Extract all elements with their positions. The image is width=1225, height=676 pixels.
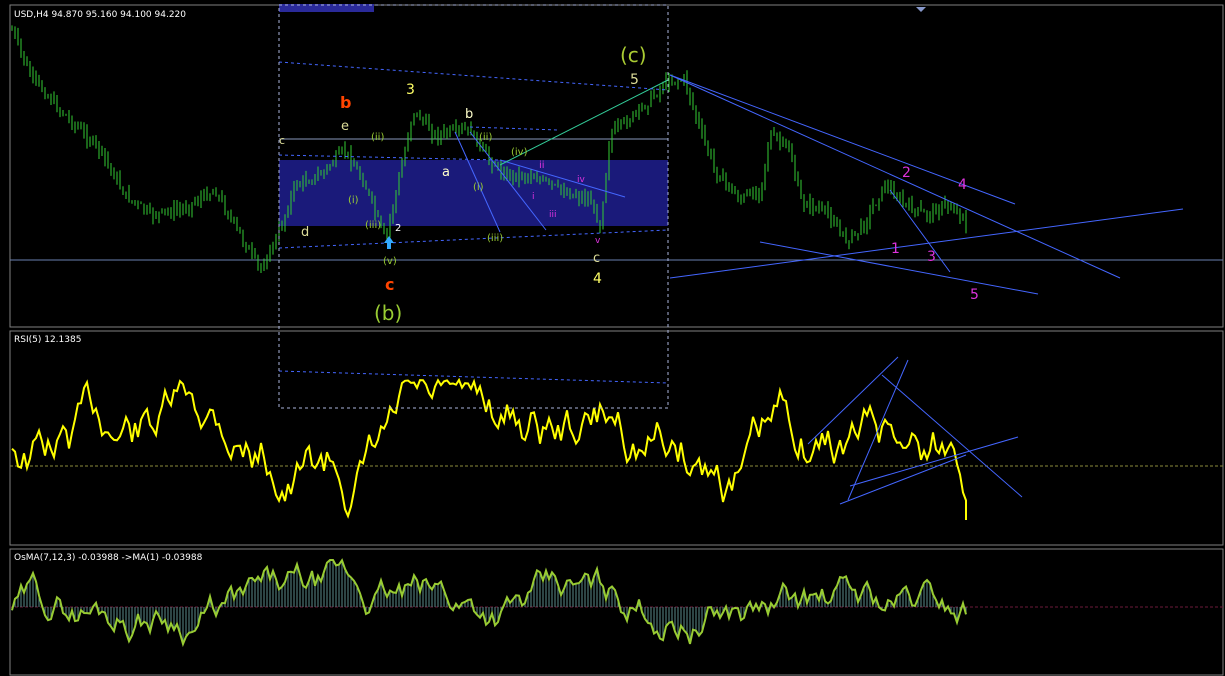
wave-label: (iii) [365, 220, 381, 231]
wave-label: 3 [406, 82, 415, 98]
wave-label: (i) [348, 195, 359, 206]
wave-label: (iv) [511, 147, 528, 158]
wave-label: a [442, 165, 450, 180]
wave-label: b [465, 107, 473, 122]
wave-label: (ii) [479, 132, 492, 143]
wave-label: (ii) [371, 132, 384, 143]
osma-panel-label: OsMA(7,12,3) -0.03988 ->MA(1) -0.03988 [14, 553, 203, 563]
price-panel-label: USD,H4 94.870 95.160 94.100 94.220 [14, 10, 186, 20]
wave-label: 5 [970, 287, 979, 303]
wave-label: 3 [927, 249, 936, 265]
wave-label: 4 [958, 177, 967, 193]
wave-label: 2 [395, 223, 401, 234]
wave-label: c [279, 134, 285, 147]
wave-label: i [532, 192, 535, 202]
wave-label: (iii) [487, 233, 503, 244]
wave-label: 2 [902, 165, 911, 181]
wave-label: (v) [383, 256, 397, 267]
wave-label: d [301, 225, 309, 240]
rsi-panel-label: RSI(5) 12.1385 [14, 335, 81, 345]
wave-label: 4 [593, 271, 602, 287]
rsi-pane[interactable] [9, 330, 1224, 546]
wave-label: (c) [620, 43, 647, 67]
wave-label: (i) [473, 182, 484, 193]
wave-label: iii [549, 210, 557, 220]
wave-label: c [593, 251, 600, 266]
wave-label: iv [577, 175, 586, 185]
chart-root: USD,H4 94.870 95.160 94.100 94.220 RSI(5… [0, 0, 1225, 676]
wave-label: b [340, 93, 351, 112]
wave-label: c [385, 275, 394, 294]
wave-label: (b) [374, 301, 402, 325]
wave-label: ii [539, 160, 545, 171]
wave-label: v [595, 236, 601, 246]
support-zone [279, 160, 668, 226]
wave-label: 5 [630, 72, 639, 88]
wave-label: e [341, 119, 349, 134]
wave-label: 1 [891, 241, 900, 257]
